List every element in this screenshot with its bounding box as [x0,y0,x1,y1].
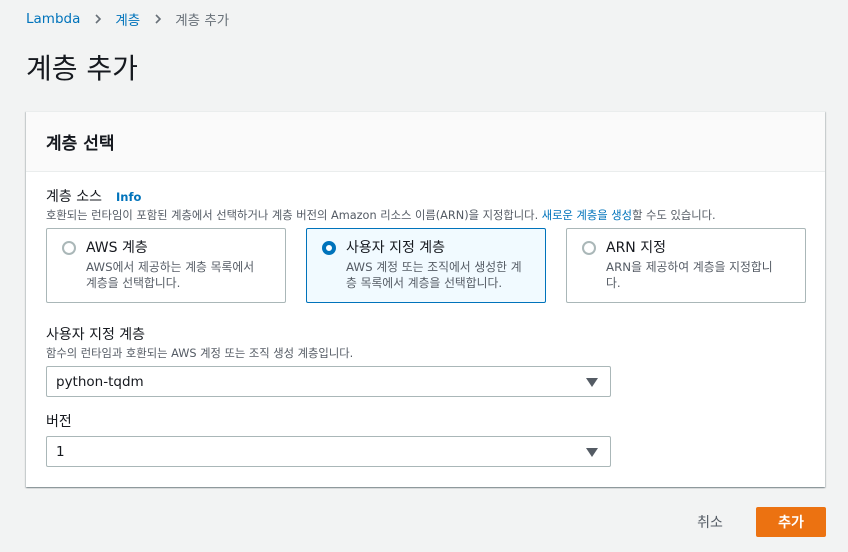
radio-specify-arn[interactable] [582,241,596,255]
panel-title: 계층 선택 [46,134,115,154]
create-layer-link[interactable]: 새로운 계층을 생성 [542,209,632,222]
tile-description: AWS에서 제공하는 계층 목록에서 계층을 선택합니다. [86,260,255,290]
custom-layer-select[interactable]: python-tqdm [46,366,611,397]
radio-aws-layers[interactable] [62,241,76,255]
custom-layer-label: 사용자 지정 계층 [46,327,146,343]
custom-layer-value: python-tqdm [56,373,144,390]
tile-description: AWS 계정 또는 조직에서 생성한 계층 목록에서 계층을 선택합니다. [346,260,522,290]
cancel-button[interactable]: 취소 [682,507,738,537]
tile-description: ARN을 제공하여 계층을 지정합니다. [606,260,773,290]
radio-custom-layers[interactable] [322,241,336,255]
caret-down-icon [586,448,598,457]
tile-title: 사용자 지정 계층 [346,240,446,256]
layer-source-label: 계층 소스 [46,189,102,205]
breadcrumb-current: 계층 추가 [175,13,230,29]
tile-title: ARN 지정 [606,240,666,256]
panel-header: 계층 선택 [26,112,825,172]
info-link[interactable]: Info [116,190,141,204]
custom-layer-description: 함수의 런타임과 호환되는 AWS 계정 또는 조직 생성 계층입니다. [46,347,354,360]
version-label: 버전 [46,414,72,430]
add-button[interactable]: 추가 [756,507,826,537]
layer-source-description: 호환되는 런타임이 포함된 계층에서 선택하거나 계층 버전의 Amazon 리… [46,207,716,223]
breadcrumb-lambda[interactable]: Lambda [26,11,80,27]
page-title: 계층 추가 [26,52,138,85]
tile-aws-layers[interactable]: AWS 계층 AWS에서 제공하는 계층 목록에서 계층을 선택합니다. [46,228,286,303]
caret-down-icon [586,378,598,387]
breadcrumb: Lambda 계층 계층 추가 [26,9,229,29]
chevron-right-icon [153,14,163,24]
tile-specify-arn[interactable]: ARN 지정 ARN을 제공하여 계층을 지정합니다. [566,228,806,303]
layer-select-panel: 계층 선택 계층 소스 Info 호환되는 런타임이 포함된 계층에서 선택하거… [26,111,825,487]
tile-title: AWS 계층 [86,240,148,256]
layer-source-tiles: AWS 계층 AWS에서 제공하는 계층 목록에서 계층을 선택합니다. 사용자… [46,228,806,303]
version-select[interactable]: 1 [46,436,611,467]
version-value: 1 [56,443,65,460]
breadcrumb-layers[interactable]: 계층 [115,9,140,29]
description-prefix: 호환되는 런타임이 포함된 계층에서 선택하거나 계층 버전의 Amazon 리… [46,209,542,222]
description-suffix: 할 수도 있습니다. [632,209,716,222]
chevron-right-icon [93,14,103,24]
layer-source-label-row: 계층 소스 Info [46,186,141,206]
tile-custom-layers[interactable]: 사용자 지정 계층 AWS 계정 또는 조직에서 생성한 계층 목록에서 계층을… [306,228,546,303]
